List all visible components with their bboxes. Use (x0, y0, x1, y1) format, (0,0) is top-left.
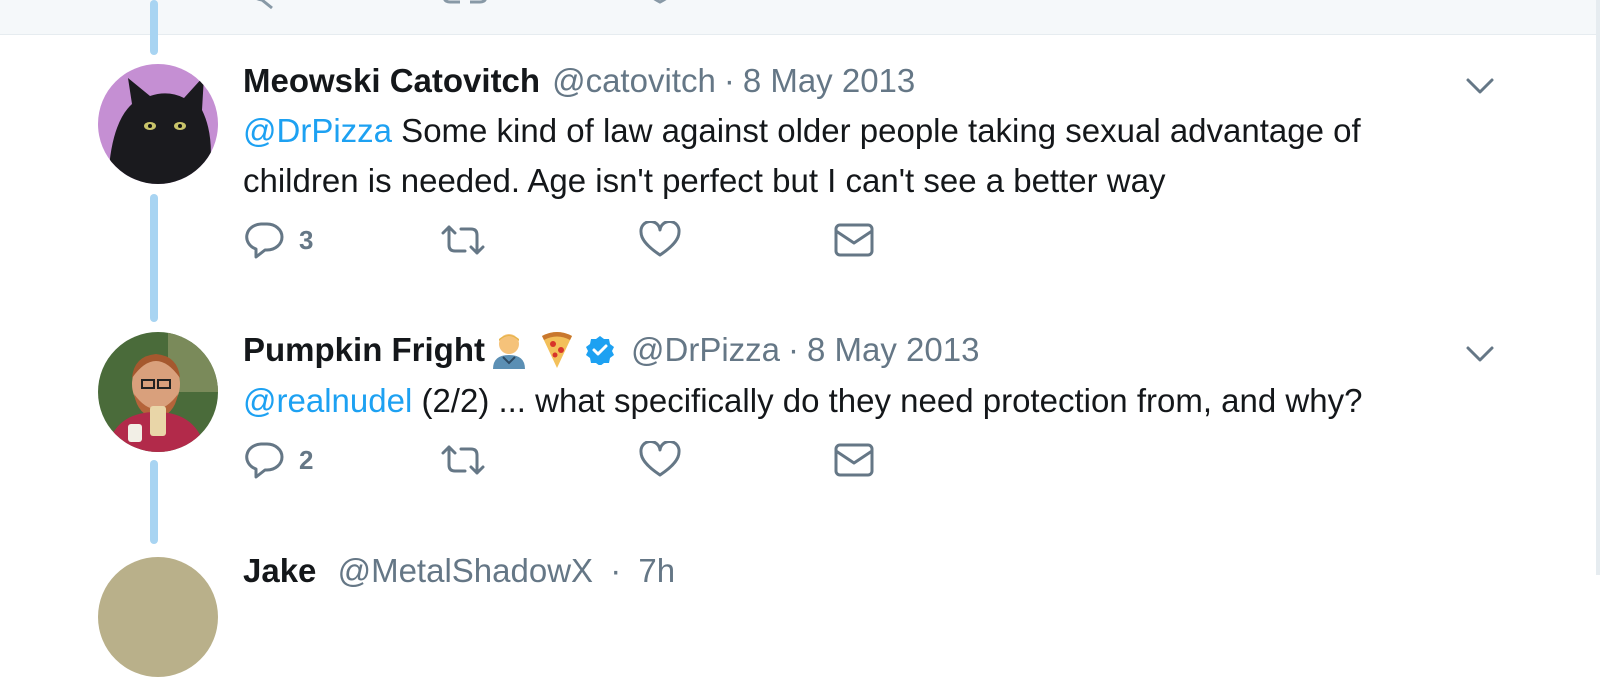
scrollbar[interactable] (1596, 0, 1600, 575)
tweet-body: Some kind of law against older people ta… (243, 112, 1361, 199)
retweet-button[interactable] (439, 441, 487, 479)
retweet-button[interactable] (439, 221, 487, 259)
avatar[interactable] (98, 64, 218, 184)
username[interactable]: @DrPizza (631, 331, 780, 369)
direct-message-button[interactable] (833, 441, 875, 479)
direct-message-button[interactable] (833, 221, 875, 259)
tweet[interactable]: Pumpkin Fright @DrPizza · 8 May 2013 @re… (0, 310, 1560, 540)
cat-avatar-image (98, 64, 218, 184)
like-button[interactable] (639, 441, 681, 479)
mention-link[interactable]: @DrPizza (243, 112, 392, 149)
timestamp[interactable]: 8 May 2013 (807, 331, 979, 369)
tweet-body: (2/2) ... what specifically do they need… (412, 382, 1363, 419)
tweet-header: Meowski Catovitch @catovitch · 8 May 201… (243, 62, 915, 100)
timestamp[interactable]: 8 May 2013 (743, 62, 915, 100)
direct-message-icon (834, 223, 874, 257)
retweet-icon (441, 225, 485, 255)
retweet-icon (441, 445, 485, 475)
username[interactable]: @catovitch (552, 62, 716, 100)
separator-dot: · (788, 331, 800, 368)
verified-badge-icon (585, 335, 615, 365)
display-name[interactable]: Meowski Catovitch (243, 62, 540, 100)
display-name[interactable]: Pumpkin Fright (243, 331, 485, 369)
pizza-emoji (539, 330, 575, 370)
direct-message-icon (834, 443, 874, 477)
avatar[interactable] (98, 557, 218, 677)
reply-count: 2 (299, 444, 314, 475)
reply-count: 3 (299, 224, 314, 255)
tweet-header: Jake @MetalShadowX · 7h (243, 552, 675, 590)
timestamp[interactable]: 7h (638, 552, 675, 589)
tweet-text: @realnudel (2/2) ... what specifically d… (243, 376, 1463, 426)
mention-link[interactable]: @realnudel (243, 382, 412, 419)
reply-icon (245, 442, 284, 479)
like-icon (639, 221, 681, 257)
chevron-down-icon[interactable] (1462, 68, 1498, 104)
reply-icon (245, 222, 284, 259)
separator-dot: · (610, 552, 622, 589)
username[interactable]: @MetalShadowX (338, 552, 593, 589)
tweet-text: @DrPizza Some kind of law against older … (243, 106, 1463, 206)
like-icon (639, 441, 681, 477)
display-name[interactable]: Jake (243, 552, 316, 589)
separator-dot: · (723, 62, 735, 99)
user-photo-avatar-image (98, 332, 218, 452)
chevron-down-icon[interactable] (1462, 336, 1498, 372)
reply-button[interactable]: 3 (243, 221, 313, 259)
man-health-worker-emoji (491, 331, 527, 369)
tweet-header: Pumpkin Fright @DrPizza · 8 May 2013 (243, 330, 979, 370)
tweet[interactable]: Meowski Catovitch @catovitch · 8 May 201… (0, 0, 1560, 310)
avatar[interactable] (98, 332, 218, 452)
reply-button[interactable]: 2 (243, 441, 313, 479)
like-button[interactable] (639, 221, 681, 259)
